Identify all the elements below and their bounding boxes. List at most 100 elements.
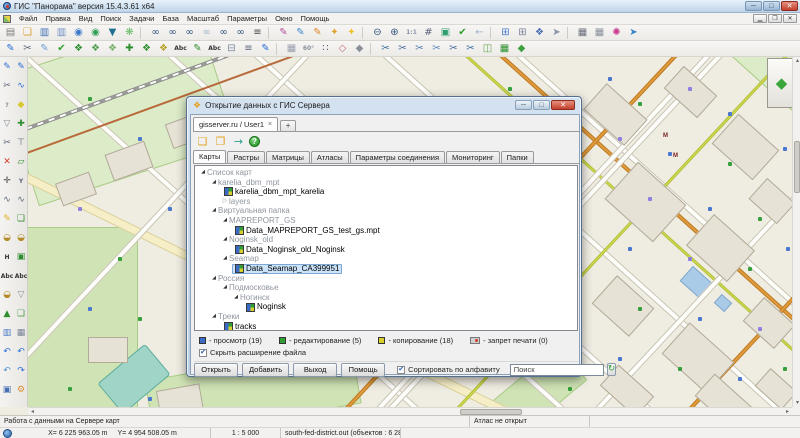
- branch-icon[interactable]: Y: [14, 172, 28, 191]
- expand-arrow-icon[interactable]: ◢: [221, 254, 229, 264]
- help-icon[interactable]: ?: [249, 136, 260, 147]
- scroll-down-arrow[interactable]: ▾: [793, 399, 800, 407]
- printer-icon[interactable]: ▦: [574, 26, 591, 40]
- tab-параметры-соединения[interactable]: Параметры соединения: [350, 151, 445, 163]
- connection-tab[interactable]: gisserver.ru / User1 ×: [193, 117, 278, 131]
- full-extent-icon[interactable]: #: [420, 26, 437, 40]
- attributes-icon[interactable]: ≡: [240, 42, 257, 56]
- merge-icon[interactable]: ◫: [479, 42, 496, 56]
- search-input[interactable]: [510, 364, 604, 376]
- vertical-scrollbar[interactable]: ▴ ▾: [792, 57, 800, 407]
- tab-карты[interactable]: Карты: [193, 150, 226, 163]
- confirm-icon[interactable]: ✔: [454, 26, 471, 40]
- marker-blue-icon[interactable]: ✎: [292, 26, 309, 40]
- pointer-icon[interactable]: ➤: [548, 26, 565, 40]
- marker-pink-icon[interactable]: ✎: [275, 26, 292, 40]
- objects2-icon[interactable]: ❖: [87, 42, 104, 56]
- tree-row[interactable]: ◢Список карт: [195, 168, 577, 178]
- tree-row[interactable]: ▷layers: [195, 197, 577, 207]
- expand-arrow-icon[interactable]: ◢: [221, 216, 229, 226]
- split-area-icon[interactable]: ✂: [411, 42, 428, 56]
- tab-мониторинг[interactable]: Мониторинг: [446, 151, 500, 163]
- marker-orange-icon[interactable]: ✎: [309, 26, 326, 40]
- points-icon[interactable]: ∷: [317, 42, 334, 56]
- new-document-icon[interactable]: ▤: [2, 26, 19, 40]
- tree-row[interactable]: Data_MAPREPORT_GS_test_gs.mpt: [195, 226, 577, 236]
- flashlight3-icon[interactable]: ◒: [14, 229, 28, 248]
- tree-row[interactable]: ◢Ногинск: [195, 293, 577, 303]
- sort-alphabet-checkbox[interactable]: ✔: [397, 366, 405, 374]
- diamond-check-icon[interactable]: ◆: [14, 96, 28, 115]
- image-stack-icon[interactable]: ▣: [0, 381, 14, 400]
- text-label-icon[interactable]: Abc: [0, 267, 14, 286]
- objects-yellow-icon[interactable]: ❖: [155, 42, 172, 56]
- open-folder-icon[interactable]: ❏: [19, 26, 36, 40]
- close-connection-icon[interactable]: →: [231, 135, 246, 149]
- mdi-restore-button[interactable]: ❐: [768, 14, 782, 23]
- expand-arrow-icon[interactable]: ◢: [210, 312, 218, 322]
- sort-alphabet-row[interactable]: ✔ Сортировать по алфавиту: [397, 365, 500, 374]
- close-button[interactable]: ✕: [781, 1, 798, 11]
- scroll-up-arrow[interactable]: ▴: [793, 57, 800, 65]
- tree-item-selected[interactable]: Data_Seamap_CA399951: [232, 264, 342, 274]
- menu-item-база[interactable]: База: [158, 13, 183, 24]
- undo2-icon[interactable]: ↶: [14, 343, 28, 362]
- tree-row[interactable]: ◢Noginsk_old: [195, 235, 577, 245]
- tree-item[interactable]: Noginsk: [243, 302, 289, 312]
- copy-objects-icon[interactable]: ❖: [138, 42, 155, 56]
- leaf-box-icon[interactable]: ▣: [14, 248, 28, 267]
- label-abc-icon[interactable]: Abc: [172, 42, 189, 56]
- graduation-cap-icon[interactable]: ▼: [104, 26, 121, 40]
- tab-папки[interactable]: Папки: [501, 151, 534, 163]
- tree-row[interactable]: ◢MAPREPORT_GS: [195, 216, 577, 226]
- tree-row[interactable]: ◢Виртуальная папка: [195, 206, 577, 216]
- move-object-icon[interactable]: ✚: [14, 115, 28, 134]
- expand-arrow-icon[interactable]: ◢: [210, 274, 218, 284]
- banknotes-icon[interactable]: ❏: [14, 305, 28, 324]
- wave-icon[interactable]: ∿: [14, 191, 28, 210]
- spline-icon[interactable]: ∿: [0, 191, 14, 210]
- search-area-icon[interactable]: ∞: [215, 26, 232, 40]
- add-object-icon[interactable]: ✚: [121, 42, 138, 56]
- menu-item-окно[interactable]: Окно: [271, 13, 296, 24]
- funnel-icon[interactable]: ▽: [0, 115, 14, 134]
- undo-all-icon[interactable]: ↶: [0, 362, 14, 381]
- tree-row[interactable]: ◢Треки: [195, 312, 577, 322]
- undo-icon[interactable]: ↶: [0, 343, 14, 362]
- cut-line-icon[interactable]: ✂: [0, 77, 14, 96]
- tree-row[interactable]: Noginsk: [195, 302, 577, 312]
- tree-item[interactable]: karelia_dbm_mpt_karelia: [221, 187, 327, 197]
- gear-icon[interactable]: ⚙: [14, 381, 28, 400]
- angle-icon[interactable]: 60°: [300, 42, 317, 56]
- menu-item-поиск[interactable]: Поиск: [96, 13, 125, 24]
- tree-row[interactable]: ◢Подмосковье: [195, 283, 577, 293]
- dialog-close-button[interactable]: ✕: [551, 100, 575, 110]
- tree-item[interactable]: Data_MAPREPORT_GS_test_gs.mpt: [232, 226, 383, 236]
- edit-pencil-icon[interactable]: ✎: [2, 42, 19, 56]
- delete-icon[interactable]: ✕: [0, 153, 14, 172]
- vertical-scroll-thumb[interactable]: [794, 141, 800, 193]
- scissors-icon[interactable]: ✂: [0, 134, 14, 153]
- expand-arrow-icon[interactable]: ◢: [232, 293, 240, 303]
- expand-arrow-icon[interactable]: ◢: [221, 283, 229, 293]
- flashlight2-icon[interactable]: ◒: [0, 286, 14, 305]
- exit-button[interactable]: Выход: [293, 363, 337, 377]
- menu-item-помощь[interactable]: Помощь: [297, 13, 334, 24]
- hide-extension-checkbox[interactable]: ✔: [199, 349, 207, 357]
- snowflake-icon[interactable]: ❋: [121, 26, 138, 40]
- zoom-out-icon[interactable]: ⊖: [369, 26, 386, 40]
- edit2-icon[interactable]: ✎: [36, 42, 53, 56]
- curve-pencil-icon[interactable]: ∿: [14, 77, 28, 96]
- map-window-icon[interactable]: ❖: [531, 26, 548, 40]
- check-diamond-icon[interactable]: ✔: [53, 42, 70, 56]
- diamond-gray-icon[interactable]: ◆: [351, 42, 368, 56]
- minimize-button[interactable]: ─: [745, 1, 762, 11]
- chart-icon[interactable]: ▥: [0, 324, 14, 343]
- select-frame-icon[interactable]: ▣: [437, 26, 454, 40]
- grid-green-icon[interactable]: ▦: [496, 42, 513, 56]
- crosshair-icon[interactable]: ✛: [0, 172, 14, 191]
- flashlight-icon[interactable]: ◒: [0, 229, 14, 248]
- draw-pencil-icon[interactable]: ✎: [0, 58, 14, 77]
- cut-contour-icon[interactable]: ✂: [428, 42, 445, 56]
- cut-sheet-icon[interactable]: ✂: [19, 42, 36, 56]
